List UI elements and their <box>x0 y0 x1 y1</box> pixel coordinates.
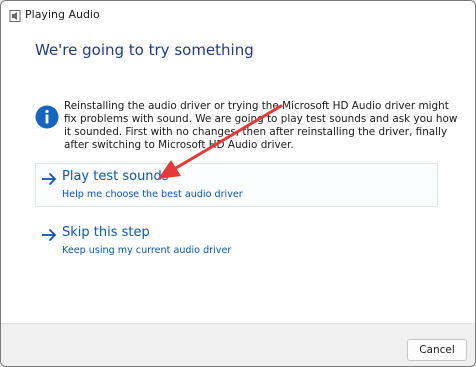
dialog-footer: Cancel <box>1 323 475 366</box>
option-title: Play test sounds <box>62 169 169 184</box>
option-subtitle: Keep using my current audio driver <box>62 245 232 256</box>
page-heading: We're going to try something <box>35 41 254 59</box>
option-subtitle: Help me choose the best audio driver <box>62 189 243 200</box>
speaker-document-icon <box>9 10 21 22</box>
cancel-button[interactable]: Cancel <box>407 339 467 361</box>
arrow-right-icon <box>42 172 57 186</box>
info-message: Reinstalling the audio driver or trying … <box>64 100 458 151</box>
option-title: Skip this step <box>62 225 150 240</box>
play-test-sounds-option[interactable]: Play test sounds Help me choose the best… <box>35 163 438 207</box>
info-icon <box>35 105 59 129</box>
skip-this-step-option[interactable]: Skip this step Keep using my current aud… <box>35 219 438 263</box>
arrow-right-icon <box>42 228 57 242</box>
window-title: Playing Audio <box>25 8 100 21</box>
title-bar[interactable]: Playing Audio <box>1 1 475 31</box>
dialog-window: Playing Audio We're going to try somethi… <box>0 0 476 367</box>
